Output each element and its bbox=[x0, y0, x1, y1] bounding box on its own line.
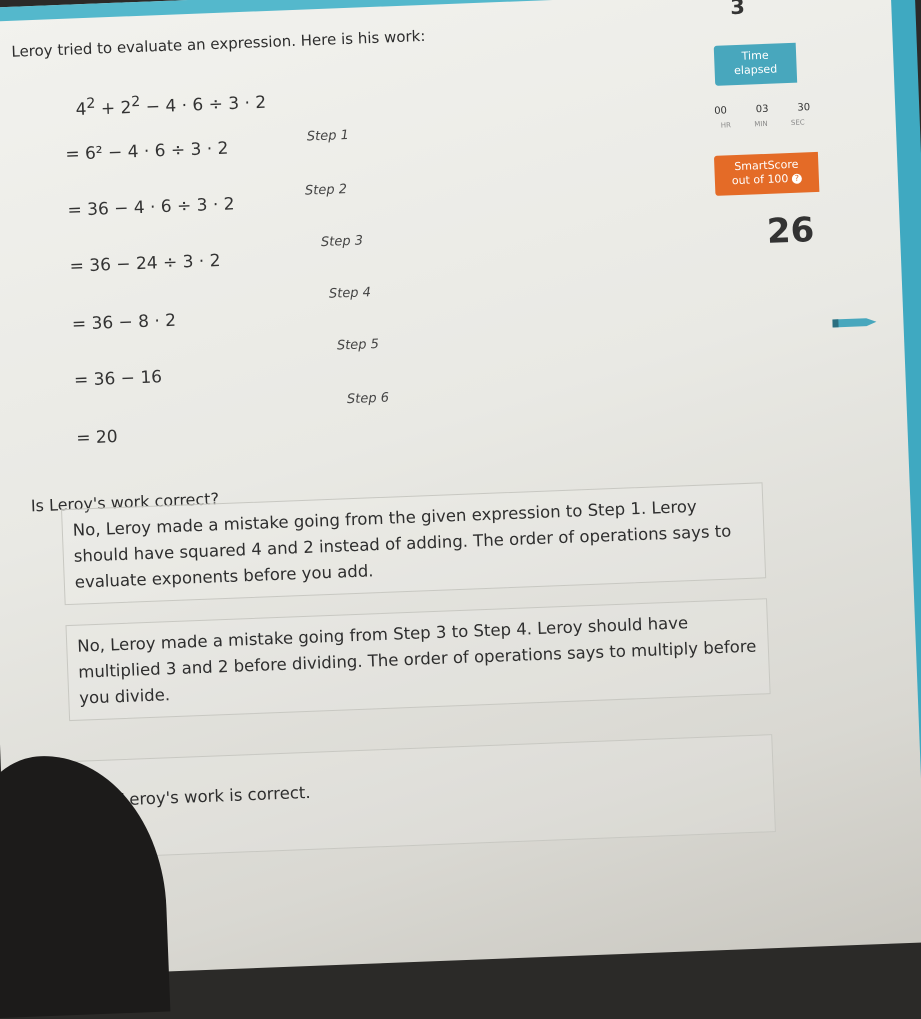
step-label-6: Step 6 bbox=[346, 390, 390, 408]
step-label-5: Step 5 bbox=[336, 336, 380, 354]
answer-choice-2[interactable]: No, Leroy made a mistake going from Step… bbox=[65, 598, 771, 722]
work-line-5: = 36 − 16 bbox=[73, 367, 163, 391]
work-line-6: = 20 bbox=[75, 427, 118, 449]
question-number: 3 bbox=[729, 0, 746, 20]
step-label-1: Step 1 bbox=[306, 127, 350, 145]
right-accent-bar bbox=[890, 0, 921, 943]
time-elapsed-badge: Time elapsed bbox=[713, 42, 798, 86]
smartscore-badge: SmartScore out of 100 ? bbox=[713, 151, 820, 196]
step-label-2: Step 2 bbox=[304, 182, 348, 199]
top-accent-bar bbox=[0, 0, 907, 23]
answer-choice-3[interactable]: Yes, Leroy's work is correct. bbox=[70, 734, 776, 859]
timer-minutes: 03 bbox=[755, 103, 769, 116]
pencil-icon[interactable] bbox=[832, 316, 877, 330]
progress-panel: Time elapsed 00 03 30 HR MIN SEC SmartSc… bbox=[693, 22, 877, 328]
timer-seconds: 30 bbox=[797, 102, 811, 114]
problem-intro: Leroy tried to evaluate an expression. H… bbox=[11, 26, 426, 61]
work-line-1: = 6² − 4 · 6 ÷ 3 · 2 bbox=[65, 138, 229, 165]
timer-hours: 00 bbox=[714, 105, 728, 117]
work-line-3: = 36 − 24 ÷ 3 · 2 bbox=[69, 250, 221, 277]
given-expression: 42 + 22 − 4 · 6 ÷ 3 · 2 bbox=[75, 92, 267, 121]
timer-readout: 00 03 30 bbox=[714, 102, 810, 117]
work-line-2: = 36 − 4 · 6 ÷ 3 · 2 bbox=[67, 194, 235, 221]
info-icon[interactable]: ? bbox=[791, 173, 803, 184]
work-line-4: = 36 − 8 · 2 bbox=[71, 310, 177, 335]
smartscore-value: 26 bbox=[766, 210, 815, 252]
step-label-4: Step 4 bbox=[328, 285, 372, 302]
screen: 3 Leroy tried to evaluate an expression.… bbox=[0, 0, 921, 1019]
step-label-3: Step 3 bbox=[320, 233, 364, 251]
timer-units: HR MIN SEC bbox=[720, 118, 805, 130]
